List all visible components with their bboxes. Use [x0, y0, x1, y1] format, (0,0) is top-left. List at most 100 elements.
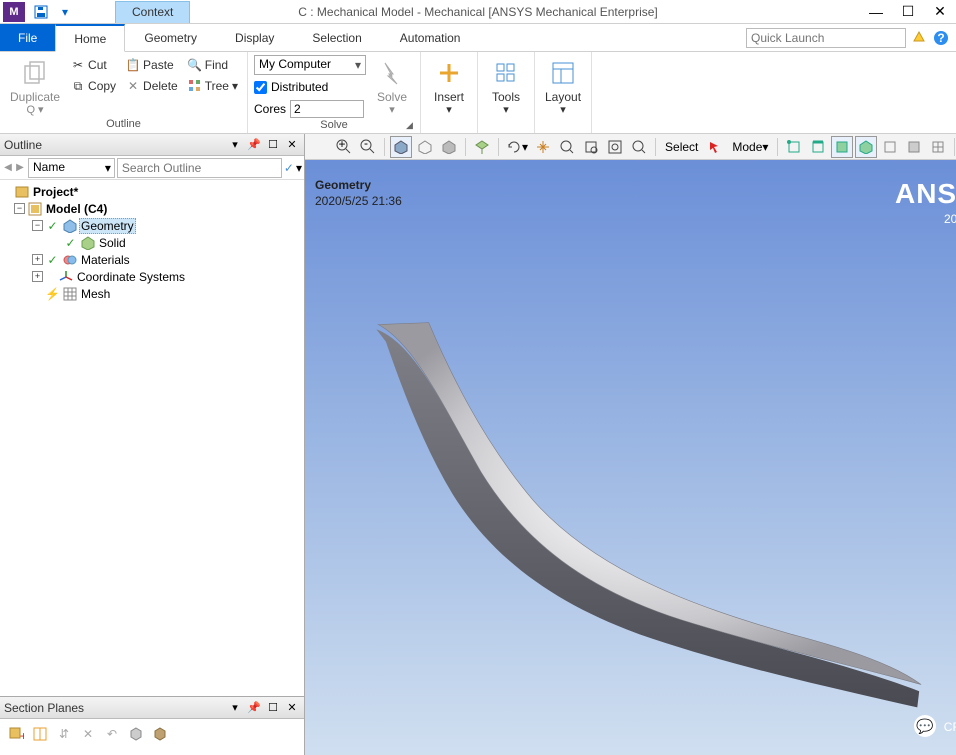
sel-body-icon[interactable] — [855, 136, 877, 158]
tree-geometry[interactable]: − ✓ Geometry — [2, 217, 302, 234]
select-button[interactable]: Select — [661, 136, 702, 158]
tree-model[interactable]: − Model (C4) — [2, 200, 302, 217]
cut-button[interactable]: ✂Cut — [68, 55, 119, 75]
outline-search-input[interactable] — [117, 158, 282, 178]
zoom-in-icon[interactable]: + — [333, 136, 355, 158]
wireframe-icon[interactable] — [414, 136, 436, 158]
delete-button[interactable]: ✕Delete — [123, 76, 181, 96]
viewport-canvas[interactable]: Geometry 2020/5/25 21:36 ANSYS 2019 R2 — [305, 160, 956, 755]
paste-button[interactable]: 📋Paste — [123, 55, 181, 75]
pick-icon[interactable] — [471, 136, 493, 158]
zoom-box-icon[interactable] — [580, 136, 602, 158]
zoom-fit-icon[interactable] — [604, 136, 626, 158]
section-edit-icon[interactable] — [30, 724, 50, 744]
section-cube2-icon[interactable] — [150, 724, 170, 744]
minimize-button[interactable]: — — [860, 1, 892, 23]
tab-geometry[interactable]: Geometry — [125, 24, 216, 51]
sel-vertex-icon[interactable] — [783, 136, 805, 158]
sel-face-icon[interactable] — [831, 136, 853, 158]
insert-label: Insert — [434, 90, 464, 104]
tools-button[interactable]: Tools▾ — [484, 55, 528, 118]
pan-icon[interactable] — [532, 136, 554, 158]
solve-button[interactable]: Solve▾ — [370, 55, 414, 118]
tree-solid-label: Solid — [97, 236, 128, 250]
tab-automation[interactable]: Automation — [381, 24, 480, 51]
save-icon[interactable] — [31, 3, 51, 21]
paste-icon: 📋 — [126, 58, 140, 72]
solve-target-dropdown[interactable]: My Computer — [254, 55, 366, 75]
tools-icon — [490, 57, 522, 89]
cores-input[interactable] — [290, 100, 364, 118]
quick-launch-input[interactable] — [746, 28, 906, 48]
tab-display[interactable]: Display — [216, 24, 293, 51]
select-mode-icon[interactable] — [704, 136, 726, 158]
section-flip-icon[interactable]: ⇵ — [54, 724, 74, 744]
solve-launcher-icon[interactable]: ◢ — [406, 120, 418, 132]
tree-mesh[interactable]: ⚡ Mesh — [2, 285, 302, 302]
insert-icon — [433, 57, 465, 89]
expander-icon[interactable]: − — [14, 203, 25, 214]
pin-icon[interactable]: 📌 — [246, 137, 262, 153]
svg-text:+: + — [338, 139, 345, 151]
filter-type-dropdown[interactable]: Name — [28, 158, 115, 178]
undock-icon[interactable]: ☐ — [265, 137, 281, 153]
tree-coord-label: Coordinate Systems — [75, 270, 187, 284]
distributed-label: Distributed — [271, 80, 328, 94]
notify-icon[interactable] — [910, 29, 928, 47]
check-icon: ✓ — [45, 252, 60, 267]
close-button[interactable]: ✕ — [924, 1, 956, 23]
panel-close-icon[interactable]: ✕ — [284, 700, 300, 716]
help-icon[interactable]: ? — [932, 29, 950, 47]
tree-solid[interactable]: ✓ Solid — [2, 234, 302, 251]
expander-icon[interactable]: + — [32, 271, 43, 282]
sel-node-icon[interactable] — [879, 136, 901, 158]
sel-edge-icon[interactable] — [807, 136, 829, 158]
tree-project[interactable]: Project* — [2, 183, 302, 200]
tree-icon — [188, 79, 202, 93]
nav-prev-icon[interactable]: ◀ — [2, 158, 14, 178]
sel-elem-icon[interactable] — [903, 136, 925, 158]
tree-coord[interactable]: + Coordinate Systems — [2, 268, 302, 285]
shaded2-icon[interactable] — [438, 136, 460, 158]
pin-icon[interactable]: 📌 — [246, 700, 262, 716]
filter-clear-icon[interactable]: ✓ — [284, 161, 294, 175]
zoom-sel-icon[interactable] — [628, 136, 650, 158]
outline-header: Outline ▾ 📌 ☐ ✕ — [0, 134, 304, 156]
svg-text:-: - — [364, 139, 368, 150]
nav-next-icon[interactable]: ▶ — [14, 158, 26, 178]
tab-selection[interactable]: Selection — [293, 24, 380, 51]
section-delete-icon[interactable]: ✕ — [78, 724, 98, 744]
qat-dropdown-icon[interactable]: ▾ — [55, 3, 75, 21]
shaded-icon[interactable] — [390, 136, 412, 158]
tree-button[interactable]: Tree▾ — [185, 76, 241, 96]
panel-close-icon[interactable]: ✕ — [284, 137, 300, 153]
duplicate-button[interactable]: DuplicateQ ▾ — [6, 55, 64, 118]
file-tab[interactable]: File — [0, 24, 55, 51]
find-button[interactable]: 🔍Find — [185, 55, 241, 75]
group-solve: My Computer Distributed Cores Solve▾ Sol… — [248, 52, 421, 133]
distributed-checkbox[interactable] — [254, 81, 267, 94]
tree-materials[interactable]: + ✓ Materials — [2, 251, 302, 268]
tab-home[interactable]: Home — [55, 24, 125, 52]
panel-menu-icon[interactable]: ▾ — [227, 700, 243, 716]
mode-button[interactable]: Mode▾ — [728, 136, 772, 158]
context-tab[interactable]: Context — [115, 1, 190, 23]
filter-options-icon[interactable]: ▾ — [296, 161, 302, 175]
copy-button[interactable]: ⧉Copy — [68, 76, 119, 96]
section-add-icon[interactable]: + — [6, 724, 26, 744]
section-undo-icon[interactable]: ↶ — [102, 724, 122, 744]
zoom-icon[interactable] — [556, 136, 578, 158]
rotate-icon[interactable]: ▾ — [504, 136, 530, 158]
layout-button[interactable]: Layout▾ — [541, 55, 585, 118]
zoom-out-icon[interactable]: - — [357, 136, 379, 158]
maximize-button[interactable]: ☐ — [892, 1, 924, 23]
expander-icon[interactable]: + — [32, 254, 43, 265]
project-icon — [14, 184, 29, 199]
sel-mesh-icon[interactable] — [927, 136, 949, 158]
insert-button[interactable]: Insert▾ — [427, 55, 471, 118]
panel-menu-icon[interactable]: ▾ — [227, 137, 243, 153]
watermark: 💬 CFD日志 — [914, 715, 956, 737]
expander-icon[interactable]: − — [32, 220, 43, 231]
undock-icon[interactable]: ☐ — [265, 700, 281, 716]
section-cube1-icon[interactable] — [126, 724, 146, 744]
